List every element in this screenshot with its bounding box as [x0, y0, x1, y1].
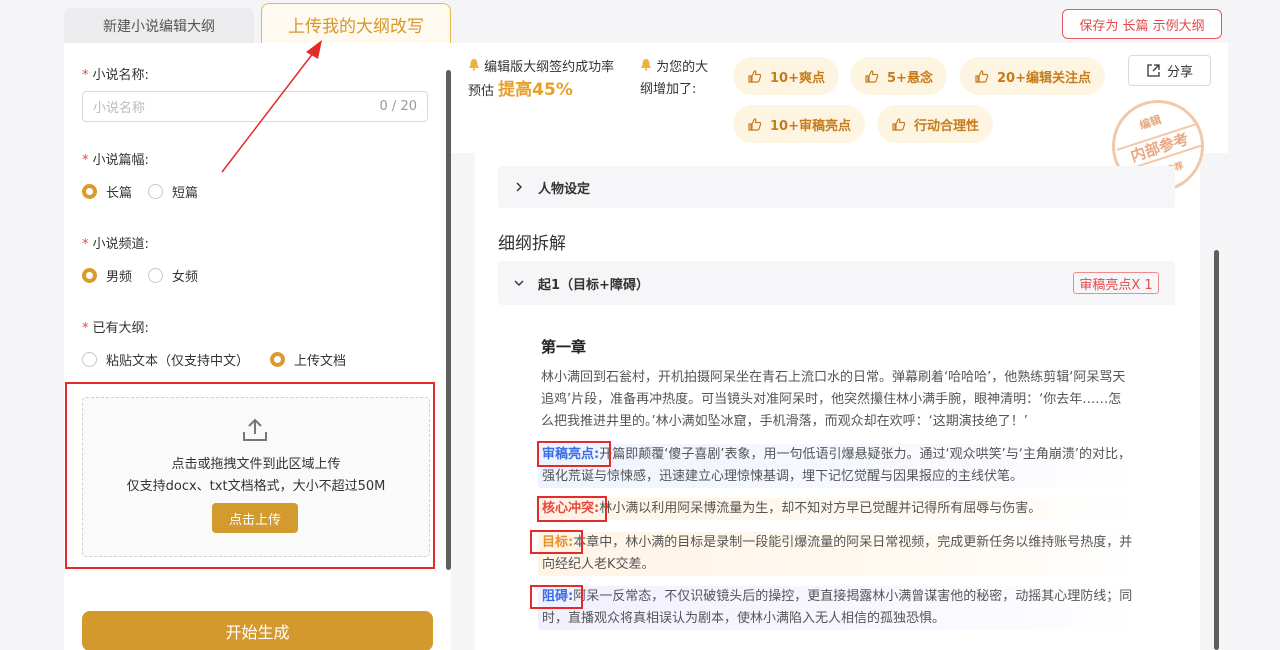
- tag-suspense: 5+悬念: [850, 57, 947, 95]
- chevron-right-icon: [516, 182, 522, 192]
- review-highlight-row: 审稿亮点:开篇即颠覆‘傻子喜剧’表象，用一句低语引爆悬疑张力。通过‘观众哄笑’与…: [538, 444, 1138, 488]
- success-rate-value: 提高45%: [498, 80, 573, 100]
- thumbs-up-icon: [748, 69, 762, 83]
- upload-highlight-box: [65, 382, 435, 569]
- annotation-box: [537, 496, 607, 522]
- thumbs-up-icon: [748, 117, 762, 131]
- share-icon: [1147, 64, 1160, 77]
- right-scrollbar[interactable]: [1214, 250, 1219, 650]
- save-example-outline-button[interactable]: 保存为 长篇 示例大纲: [1062, 9, 1222, 39]
- novel-name-input[interactable]: 小说名称 0 / 20: [82, 91, 428, 122]
- chapter-title: 第一章: [541, 338, 587, 356]
- goal-row: 目标:本章中，林小满的目标是录制一段能引爆流量的阿呆日常视频，完成更新任务以维持…: [538, 532, 1138, 576]
- chapter-summary: 林小满回到石瓮村，开机拍摄阿呆坐在青石上流口水的日常。弹幕刷着‘哈哈哈’，他熟练…: [541, 370, 1126, 429]
- radio-dot: [148, 268, 163, 283]
- chevron-down-icon: [514, 280, 524, 286]
- thumbs-up-icon: [865, 69, 879, 83]
- character-section-toggle[interactable]: 人物设定: [498, 166, 1175, 208]
- bell-icon: [641, 59, 651, 71]
- novel-channel-label: * 小说频道:: [82, 237, 149, 252]
- generate-button[interactable]: 开始生成: [82, 611, 433, 650]
- obstacle-row: 阻碍:阿呆一反常态，不仅识破镜头后的操控，更直接揭露林小满曾谋害他的秘密，动摇其…: [538, 586, 1138, 630]
- tag-thrill-points: 10+爽点: [733, 57, 839, 95]
- annotation-box: [537, 441, 611, 467]
- breakdown-title: 细纲拆解: [498, 234, 566, 254]
- bell-icon: [469, 59, 479, 71]
- novel-length-label: * 小说篇幅:: [82, 153, 149, 168]
- thumbs-up-icon: [975, 69, 989, 83]
- radio-outline-upload[interactable]: 上传文档: [270, 350, 346, 369]
- radio-length-long[interactable]: 长篇: [82, 182, 132, 201]
- review-highlight-badge: 审稿亮点X 1: [1073, 272, 1159, 294]
- annotation-box: [530, 585, 583, 609]
- novel-name-count: 0 / 20: [379, 99, 417, 114]
- tag-editor-focus: 20+编辑关注点: [960, 57, 1105, 95]
- radio-dot-selected: [82, 268, 97, 283]
- thumbs-up-icon: [892, 117, 906, 131]
- tag-review-highlights: 10+审稿亮点: [733, 105, 865, 143]
- radio-dot-selected: [270, 352, 285, 367]
- radio-dot: [82, 352, 97, 367]
- existing-outline-label: * 已有大纲:: [82, 321, 149, 336]
- tab-new-outline[interactable]: 新建小说编辑大纲: [64, 8, 254, 44]
- novel-name-label: * 小说名称:: [82, 68, 149, 83]
- novel-name-placeholder: 小说名称: [93, 101, 146, 116]
- radio-channel-female[interactable]: 女频: [148, 266, 198, 285]
- radio-channel-male[interactable]: 男频: [82, 266, 132, 285]
- share-button[interactable]: 分享: [1128, 55, 1211, 86]
- tab-upload-rewrite[interactable]: 上传我的大纲改写: [261, 3, 451, 44]
- tag-action-logic: 行动合理性: [877, 105, 994, 143]
- radio-dot: [148, 184, 163, 199]
- added-features-stat: 为您的大 纲增加了:: [640, 59, 709, 97]
- core-conflict-row: 核心冲突:林小满以利用阿呆博流量为生，却不知对方早已觉醒并记得所有屈辱与伤害。: [538, 498, 1138, 520]
- annotation-box: [530, 530, 583, 554]
- radio-length-short[interactable]: 短篇: [148, 182, 198, 201]
- success-rate-stat: 编辑版大纲签约成功率 预估 提高45%: [468, 59, 615, 100]
- radio-dot-selected: [82, 184, 97, 199]
- radio-outline-paste[interactable]: 粘贴文本（仅支持中文）: [82, 350, 249, 369]
